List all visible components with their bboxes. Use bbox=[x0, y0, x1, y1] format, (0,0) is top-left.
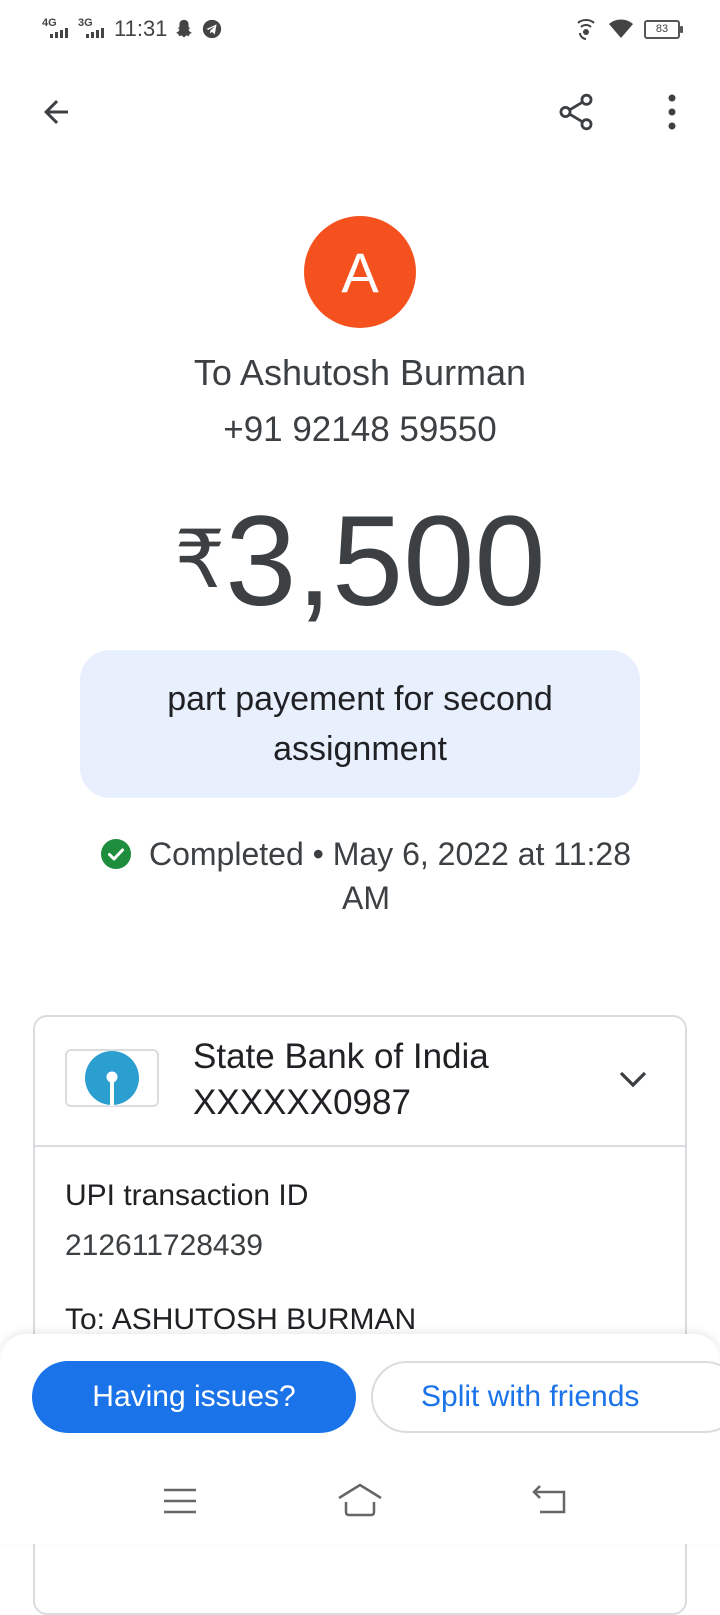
payment-amount: ₹3,500 bbox=[0, 488, 720, 635]
status-time: 11:31 bbox=[114, 16, 168, 41]
sbi-logo-icon bbox=[85, 1051, 139, 1106]
bank-account-row[interactable]: State Bank of India XXXXXX0987 bbox=[35, 1017, 685, 1147]
to-recipient-label: To: ASHUTOSH BURMAN bbox=[65, 1303, 417, 1336]
back-nav-icon[interactable] bbox=[530, 1484, 568, 1518]
menu-icon[interactable] bbox=[162, 1486, 198, 1516]
wifi-icon bbox=[609, 19, 633, 38]
status-text: Completed bbox=[148, 836, 304, 872]
battery-icon: 83 bbox=[644, 19, 683, 39]
share-icon bbox=[559, 93, 593, 131]
having-issues-button[interactable]: Having issues? bbox=[32, 1361, 356, 1433]
avatar-letter: A bbox=[341, 240, 379, 304]
telegram-icon bbox=[203, 19, 222, 39]
currency-symbol: ₹ bbox=[174, 515, 226, 604]
back-button[interactable] bbox=[28, 86, 84, 138]
check-circle-icon bbox=[100, 839, 131, 869]
bank-name: State Bank of India bbox=[193, 1037, 489, 1076]
amount-value: 3,500 bbox=[225, 490, 546, 633]
payment-note: part payement for second assignment bbox=[80, 650, 640, 798]
upi-transaction-id-label: UPI transaction ID bbox=[65, 1179, 309, 1212]
bank-logo bbox=[65, 1049, 159, 1107]
arrow-left-icon bbox=[44, 100, 68, 124]
bank-account-number: XXXXXX0987 bbox=[193, 1083, 411, 1122]
status-separator: • bbox=[312, 836, 324, 872]
recipient-phone: +91 92148 59550 bbox=[223, 410, 497, 449]
split-with-friends-button[interactable]: Split with friends bbox=[371, 1361, 720, 1433]
recipient-avatar: A bbox=[304, 216, 416, 328]
share-button[interactable] bbox=[548, 86, 604, 138]
payment-status: Completed • May 6, 2022 at 11:28 AM bbox=[76, 832, 656, 920]
payment-datetime: May 6, 2022 at 11:28 AM bbox=[332, 836, 631, 916]
system-navigation-bar bbox=[0, 1460, 720, 1544]
upi-transaction-id-value: 212611728439 bbox=[65, 1229, 263, 1262]
status-bar-right: 83 bbox=[574, 14, 683, 44]
status-bar-left: 4G 3G 11:31 bbox=[42, 14, 223, 44]
more-options-button[interactable] bbox=[646, 86, 698, 138]
snapchat-icon bbox=[176, 19, 193, 38]
network-3g-icon: 3G bbox=[78, 18, 108, 40]
payment-note-text: part payement for second assignment bbox=[167, 680, 553, 768]
more-vertical-icon bbox=[668, 94, 676, 130]
battery-level: 83 bbox=[655, 22, 669, 35]
chevron-down-icon[interactable] bbox=[615, 1061, 651, 1097]
recipient-name: To Ashutosh Burman bbox=[193, 352, 527, 393]
home-icon[interactable] bbox=[336, 1482, 384, 1518]
wifi-calling-icon bbox=[577, 18, 595, 40]
network-4g-icon: 4G bbox=[42, 18, 72, 40]
